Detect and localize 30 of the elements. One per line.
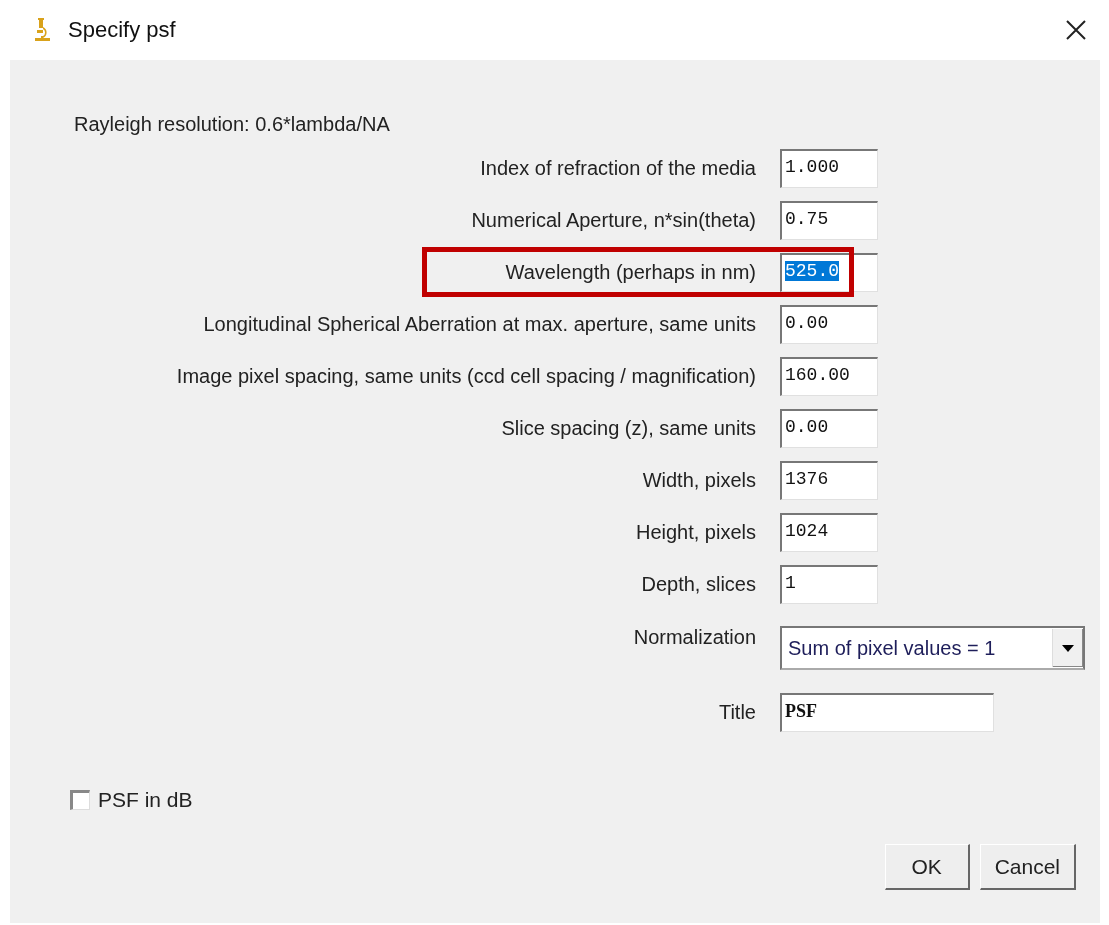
close-icon[interactable] xyxy=(1065,19,1087,41)
ok-button[interactable]: OK xyxy=(884,844,970,890)
field-label: Height, pixels xyxy=(634,520,756,544)
cancel-button[interactable]: Cancel xyxy=(979,844,1076,890)
dropdown-arrow-icon xyxy=(1062,644,1074,652)
field-label: Title xyxy=(717,700,756,724)
checkbox[interactable] xyxy=(70,790,90,810)
input-field[interactable]: 0.00 xyxy=(780,408,878,448)
input-field[interactable]: 1 xyxy=(780,564,878,604)
input-field[interactable]: 525.0 xyxy=(780,252,878,292)
input-field[interactable]: 1376 xyxy=(780,460,878,500)
field-label: Depth, slices xyxy=(640,572,756,596)
input-field[interactable]: PSF xyxy=(780,692,994,732)
field-label: Normalization xyxy=(632,625,756,649)
field-label: Image pixel spacing, same units (ccd cell spacing / magnification) xyxy=(175,364,756,388)
info-text: Rayleigh resolution: 0.6*lambda/NA xyxy=(74,112,391,136)
input-field[interactable]: 1024 xyxy=(780,512,878,552)
field-label: Numerical Aperture, n*sin(theta) xyxy=(470,208,756,232)
field-label: Slice spacing (z), same units xyxy=(500,416,756,440)
checkbox-label: PSF in dB xyxy=(98,788,193,812)
input-field[interactable]: 0.75 xyxy=(780,200,878,240)
input-field[interactable]: 0.00 xyxy=(780,304,878,344)
field-label: Width, pixels xyxy=(641,468,756,492)
input-field[interactable]: 160.00 xyxy=(780,356,878,396)
input-field[interactable]: 1.000 xyxy=(780,148,878,188)
window-title: Specify psf xyxy=(68,17,176,43)
field-label: Index of refraction of the media xyxy=(479,156,756,180)
field-label: Wavelength (perhaps in nm) xyxy=(504,260,756,284)
field-label: Longitudinal Spherical Aberration at max. aperture, same units xyxy=(202,312,756,336)
dropdown[interactable]: Sum of pixel values = 1 xyxy=(780,626,1085,670)
